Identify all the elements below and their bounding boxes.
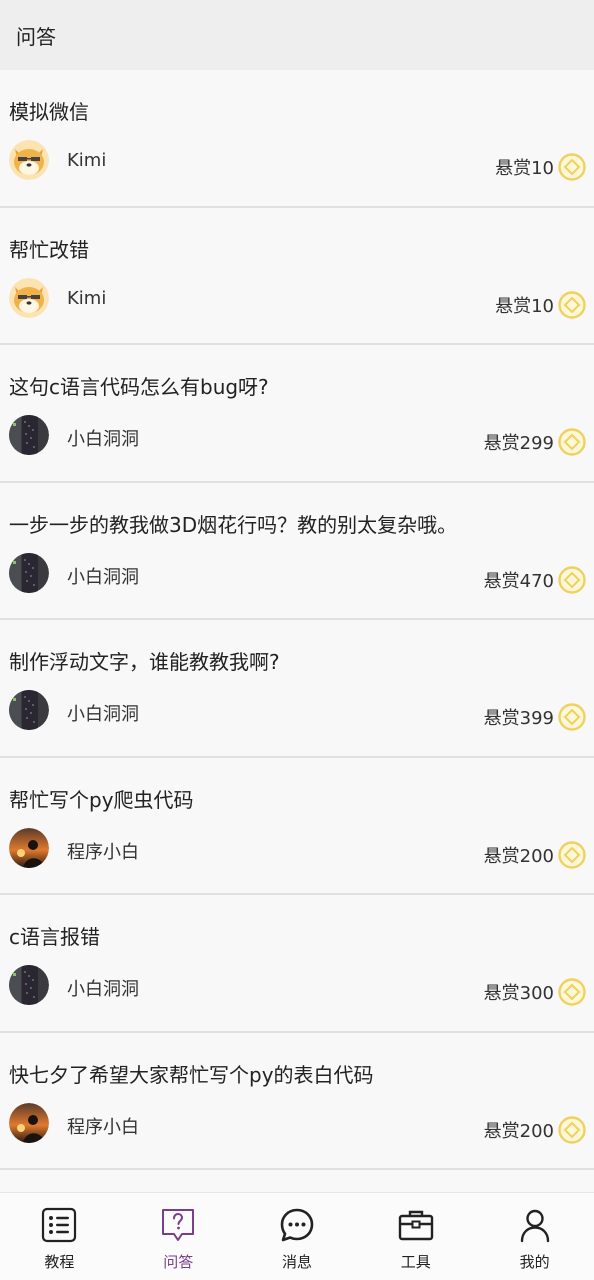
tab-qa[interactable]: 问答 <box>119 1193 238 1280</box>
reward-label: 悬赏300 <box>483 983 554 1004</box>
list-item[interactable]: c语言报错 小白洞洞 悬赏300 <box>0 895 594 1033</box>
list-item[interactable]: 一步一步的教我做3D烟花行吗？教的别太复杂哦。 小白洞洞 悬赏470 <box>0 482 594 620</box>
coin-icon <box>558 1115 586 1144</box>
author-name[interactable]: 小白洞洞 <box>67 563 139 589</box>
bottom-tab-bar: 教程 问答 消息 工具 我的 <box>0 1192 594 1280</box>
list-item[interactable]: 帮忙写个py爬虫代码 程序小白 悬赏200 <box>0 757 594 895</box>
reward-label: 悬赏399 <box>483 708 554 729</box>
chat-icon <box>279 1207 315 1243</box>
list-item[interactable]: 这句c语言代码怎么有bug呀? 小白洞洞 悬赏299 <box>0 345 594 483</box>
coin-icon <box>558 153 586 181</box>
reward: 悬赏200 <box>483 840 586 869</box>
coin-icon <box>558 703 586 731</box>
avatar[interactable] <box>9 552 49 593</box>
reward: 悬赏299 <box>484 428 586 456</box>
coin-icon <box>558 565 586 594</box>
reward: 悬赏10 <box>495 153 586 181</box>
reward-label: 悬赏200 <box>483 1120 554 1142</box>
author-name[interactable]: 小白洞洞 <box>67 700 139 726</box>
question-title: c语言报错 <box>9 925 100 949</box>
list-icon <box>41 1207 77 1243</box>
tab-mine[interactable]: 我的 <box>475 1193 594 1280</box>
question-title: 模拟微信 <box>9 100 89 124</box>
author-name[interactable]: Kimi <box>67 150 106 171</box>
tab-label: 消息 <box>281 1253 312 1271</box>
author-name[interactable]: Kimi <box>67 288 106 309</box>
avatar[interactable] <box>9 690 49 730</box>
reward: 悬赏399 <box>484 703 586 731</box>
tab-label: 工具 <box>400 1253 431 1271</box>
reward-label: 悬赏470 <box>483 570 554 592</box>
avatar[interactable] <box>9 827 49 868</box>
tab-tools[interactable]: 工具 <box>356 1193 475 1280</box>
question-icon <box>160 1207 196 1243</box>
tab-label: 我的 <box>519 1253 550 1271</box>
page-title: 问答 <box>16 24 56 49</box>
avatar[interactable] <box>9 277 49 318</box>
question-title: 帮忙写个py爬虫代码 <box>9 787 194 812</box>
reward-label: 悬赏10 <box>495 158 554 179</box>
question-title: 快七夕了希望大家帮忙写个py的表白代码 <box>9 1062 374 1087</box>
question-title: 制作浮动文字，谁能教教我啊? <box>9 650 280 674</box>
avatar[interactable] <box>9 1102 49 1143</box>
reward: 悬赏300 <box>484 978 586 1006</box>
list-item[interactable]: 制作浮动文字，谁能教教我啊? 小白洞洞 悬赏399 <box>0 620 594 758</box>
avatar[interactable] <box>9 415 49 455</box>
coin-icon <box>558 978 586 1006</box>
reward: 悬赏10 <box>495 290 586 319</box>
author-name[interactable]: 程序小白 <box>67 838 139 864</box>
author-name[interactable]: 程序小白 <box>67 1113 139 1139</box>
toolbox-icon <box>398 1207 434 1243</box>
question-title: 帮忙改错 <box>9 237 89 262</box>
reward: 悬赏470 <box>483 565 586 594</box>
reward-label: 悬赏200 <box>483 845 554 867</box>
list-item[interactable]: 模拟微信 Kimi 悬赏10 <box>0 70 594 208</box>
coin-icon <box>558 290 586 319</box>
reward-label: 悬赏299 <box>483 433 554 454</box>
author-name[interactable]: 小白洞洞 <box>67 425 139 451</box>
question-list[interactable]: 模拟微信 Kimi 悬赏10 帮忙改错 Kimi 悬赏10 这句c语言代码怎么有… <box>0 70 594 1192</box>
avatar[interactable] <box>9 965 49 1005</box>
person-icon <box>517 1207 553 1243</box>
question-title: 一步一步的教我做3D烟花行吗？教的别太复杂哦。 <box>9 512 458 537</box>
author-name[interactable]: 小白洞洞 <box>67 975 139 1001</box>
tab-label: 问答 <box>163 1253 194 1271</box>
tab-messages[interactable]: 消息 <box>238 1193 357 1280</box>
reward-label: 悬赏10 <box>495 295 554 317</box>
tab-tutorial[interactable]: 教程 <box>0 1193 119 1280</box>
question-title: 这句c语言代码怎么有bug呀? <box>9 375 269 399</box>
avatar[interactable] <box>9 140 49 180</box>
list-item[interactable]: 快七夕了希望大家帮忙写个py的表白代码 程序小白 悬赏200 <box>0 1032 594 1170</box>
list-item[interactable]: 帮忙改错 Kimi 悬赏10 <box>0 207 594 345</box>
reward: 悬赏200 <box>483 1115 586 1144</box>
coin-icon <box>558 840 586 869</box>
app-header: 问答 <box>0 0 594 70</box>
coin-icon <box>558 428 586 456</box>
tab-label: 教程 <box>44 1253 75 1271</box>
